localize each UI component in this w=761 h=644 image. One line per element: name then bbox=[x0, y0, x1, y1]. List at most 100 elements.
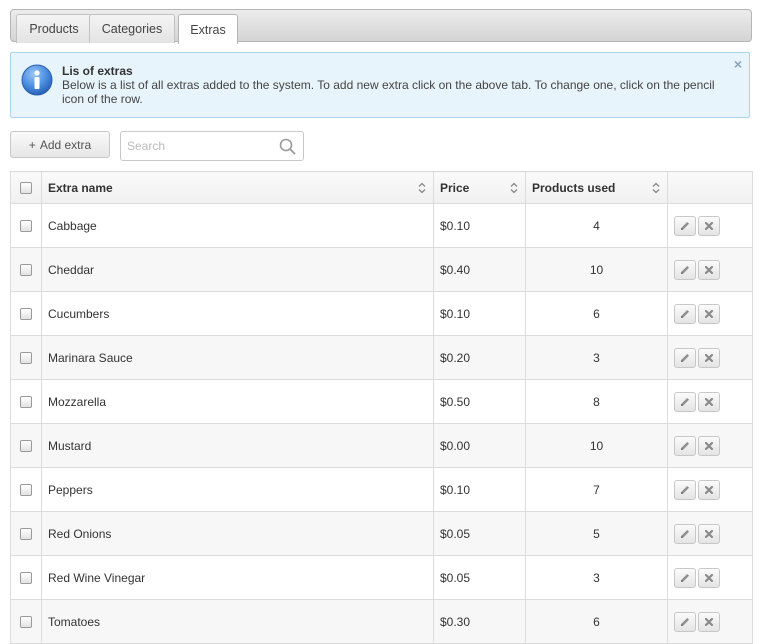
row-actions-cell bbox=[667, 291, 753, 336]
extra-name-cell: Red Onions bbox=[41, 511, 434, 556]
products-used-cell: 10 bbox=[525, 247, 668, 292]
row-checkbox[interactable] bbox=[20, 528, 32, 541]
row-checkbox[interactable] bbox=[20, 440, 32, 453]
row-checkbox[interactable] bbox=[20, 220, 32, 233]
table-row: Cucumbers $0.10 6 bbox=[10, 291, 753, 336]
products-used-cell: 4 bbox=[525, 203, 668, 248]
delete-button[interactable] bbox=[698, 215, 720, 236]
sort-icon bbox=[418, 182, 426, 194]
close-icon bbox=[704, 309, 714, 319]
row-actions-cell bbox=[667, 467, 753, 512]
products-used-cell: 3 bbox=[525, 555, 668, 600]
add-extra-label: Add extra bbox=[39, 137, 92, 152]
extra-name-cell: Cucumbers bbox=[41, 291, 434, 336]
row-checkbox[interactable] bbox=[20, 484, 32, 497]
row-checkbox-cell bbox=[10, 511, 42, 556]
row-checkbox-cell bbox=[10, 335, 42, 380]
row-checkbox[interactable] bbox=[20, 396, 32, 409]
close-icon bbox=[704, 397, 714, 407]
edit-button[interactable] bbox=[674, 523, 696, 544]
row-checkbox-cell bbox=[10, 599, 42, 644]
price-cell: $0.05 bbox=[433, 555, 526, 600]
products-used-cell: 10 bbox=[525, 423, 668, 468]
row-checkbox[interactable] bbox=[20, 572, 32, 585]
table-row: Cheddar $0.40 10 bbox=[10, 247, 753, 292]
products-used-cell: 6 bbox=[525, 599, 668, 644]
select-all-checkbox[interactable] bbox=[20, 182, 32, 195]
info-message-box: Lis of extras Below is a list of all ext… bbox=[10, 52, 750, 118]
column-label: Products used bbox=[532, 180, 616, 195]
tab-categories[interactable]: Categories bbox=[89, 14, 175, 43]
search-input[interactable] bbox=[121, 132, 276, 160]
delete-button[interactable] bbox=[698, 347, 720, 368]
row-checkbox-cell bbox=[10, 379, 42, 424]
extra-name-cell: Cheddar bbox=[41, 247, 434, 292]
delete-button[interactable] bbox=[698, 479, 720, 500]
delete-button[interactable] bbox=[698, 391, 720, 412]
sort-icon bbox=[510, 182, 518, 194]
edit-button[interactable] bbox=[674, 391, 696, 412]
row-checkbox-cell bbox=[10, 203, 42, 248]
edit-button[interactable] bbox=[674, 567, 696, 588]
delete-button[interactable] bbox=[698, 567, 720, 588]
sort-icon bbox=[652, 182, 660, 194]
search-icon[interactable] bbox=[279, 138, 296, 155]
row-actions-cell bbox=[667, 599, 753, 644]
row-checkbox-cell bbox=[10, 423, 42, 468]
table-row: Red Wine Vinegar $0.05 3 bbox=[10, 555, 753, 600]
close-icon bbox=[704, 617, 714, 627]
add-extra-button[interactable]: + Add extra bbox=[10, 131, 110, 158]
close-icon bbox=[704, 353, 714, 363]
row-checkbox[interactable] bbox=[20, 352, 32, 365]
info-text: Below is a list of all extras added to t… bbox=[62, 78, 715, 106]
row-checkbox[interactable] bbox=[20, 264, 32, 277]
delete-button[interactable] bbox=[698, 611, 720, 632]
pencil-icon bbox=[679, 616, 691, 628]
delete-button[interactable] bbox=[698, 523, 720, 544]
table-row: Mustard $0.00 10 bbox=[10, 423, 753, 468]
column-header-actions bbox=[667, 171, 753, 204]
extra-name-cell: Peppers bbox=[41, 467, 434, 512]
tab-products[interactable]: Products bbox=[16, 14, 92, 43]
row-checkbox[interactable] bbox=[20, 308, 32, 321]
pencil-icon bbox=[679, 264, 691, 276]
delete-button[interactable] bbox=[698, 435, 720, 456]
price-cell: $0.40 bbox=[433, 247, 526, 292]
extra-name-cell: Mustard bbox=[41, 423, 434, 468]
delete-button[interactable] bbox=[698, 303, 720, 324]
column-header-products-used[interactable]: Products used bbox=[525, 171, 668, 204]
edit-button[interactable] bbox=[674, 303, 696, 324]
pencil-icon bbox=[679, 220, 691, 232]
close-icon bbox=[704, 441, 714, 451]
edit-button[interactable] bbox=[674, 347, 696, 368]
close-icon bbox=[704, 573, 714, 583]
close-icon[interactable]: × bbox=[734, 56, 742, 72]
delete-button[interactable] bbox=[698, 259, 720, 280]
edit-button[interactable] bbox=[674, 611, 696, 632]
edit-button[interactable] bbox=[674, 479, 696, 500]
close-icon bbox=[704, 265, 714, 275]
column-header-price[interactable]: Price bbox=[433, 171, 526, 204]
row-actions-cell bbox=[667, 335, 753, 380]
products-used-cell: 3 bbox=[525, 335, 668, 380]
price-cell: $0.10 bbox=[433, 203, 526, 248]
pencil-icon bbox=[679, 572, 691, 584]
edit-button[interactable] bbox=[674, 215, 696, 236]
price-cell: $0.50 bbox=[433, 379, 526, 424]
table-row: Cabbage $0.10 4 bbox=[10, 203, 753, 248]
pencil-icon bbox=[679, 528, 691, 540]
row-actions-cell bbox=[667, 247, 753, 292]
plus-icon: + bbox=[28, 137, 36, 152]
pencil-icon bbox=[679, 308, 691, 320]
edit-button[interactable] bbox=[674, 435, 696, 456]
column-header-extra-name[interactable]: Extra name bbox=[41, 171, 434, 204]
edit-button[interactable] bbox=[674, 259, 696, 280]
tab-extras[interactable]: Extras bbox=[178, 14, 238, 44]
pencil-icon bbox=[679, 352, 691, 364]
row-actions-cell bbox=[667, 203, 753, 248]
products-used-cell: 6 bbox=[525, 291, 668, 336]
row-actions-cell bbox=[667, 379, 753, 424]
row-checkbox[interactable] bbox=[20, 616, 32, 629]
price-cell: $0.05 bbox=[433, 511, 526, 556]
row-checkbox-cell bbox=[10, 247, 42, 292]
